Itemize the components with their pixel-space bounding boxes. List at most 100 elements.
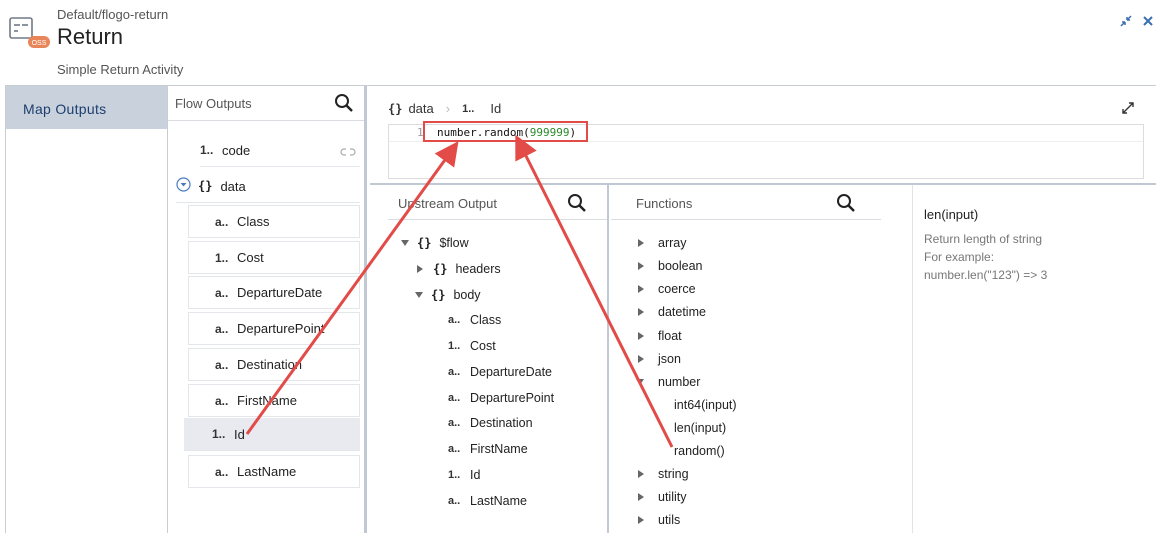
- tree-node-headers[interactable]: {} headers: [417, 260, 501, 278]
- object-type-icon: {}: [417, 236, 432, 250]
- tree-node-destination[interactable]: a.. Destination: [448, 414, 533, 432]
- tree-node-class[interactable]: a.. Class: [448, 311, 501, 329]
- tree-node-departuredate[interactable]: a.. DepartureDate: [448, 363, 552, 381]
- crumb-separator: ›: [445, 101, 451, 116]
- output-label: code: [222, 142, 251, 158]
- chevron-right-icon[interactable]: [638, 332, 644, 340]
- function-group-coerce[interactable]: coerce: [638, 280, 696, 298]
- tree-node-departurepoint[interactable]: a.. DeparturePoint: [448, 389, 554, 407]
- function-label: int64(input): [674, 398, 737, 412]
- tree-label: headers: [455, 262, 501, 276]
- tree-node-body[interactable]: {} body: [415, 286, 481, 304]
- output-row-departuredate[interactable]: a.. DepartureDate: [188, 276, 360, 309]
- tree-node-cost[interactable]: 1.. Cost: [448, 337, 496, 355]
- function-group-label: datetime: [658, 305, 706, 319]
- output-row-data[interactable]: {} data: [176, 170, 360, 203]
- function-group-array[interactable]: array: [638, 234, 686, 252]
- function-group-utils[interactable]: utils: [638, 511, 680, 529]
- chevron-down-icon[interactable]: [401, 240, 409, 246]
- tree-label: Id: [470, 468, 481, 482]
- functions-panel: Functions array boolean coerce datetime …: [611, 185, 913, 533]
- expand-icon[interactable]: [1122, 101, 1134, 119]
- function-group-utility[interactable]: utility: [638, 488, 686, 506]
- chevron-right-icon[interactable]: [638, 239, 644, 247]
- chevron-right-icon[interactable]: [638, 493, 644, 501]
- chevron-down-icon[interactable]: [636, 379, 644, 385]
- link-icon: [340, 145, 356, 160]
- function-group-label: utility: [658, 490, 687, 504]
- tree-label: DeparturePoint: [470, 391, 555, 405]
- chevron-right-icon[interactable]: [638, 262, 644, 270]
- output-row-firstname[interactable]: a.. FirstName: [188, 384, 360, 417]
- chevron-right-icon[interactable]: [638, 308, 644, 316]
- function-group-datetime[interactable]: datetime: [638, 303, 706, 321]
- close-icon[interactable]: [1141, 14, 1155, 28]
- output-row-destination[interactable]: a.. Destination: [188, 348, 360, 381]
- tree-node-firstname[interactable]: a.. FirstName: [448, 440, 528, 458]
- oss-badge: OSS: [32, 40, 47, 47]
- number-type-icon: 1..: [448, 469, 461, 481]
- function-int64[interactable]: int64(input): [674, 396, 737, 414]
- function-random[interactable]: random(): [674, 442, 725, 460]
- mapping-editor-panel: {} data › 1.. Id 1 number.random(999999)…: [370, 86, 1156, 533]
- function-group-string[interactable]: string: [638, 465, 689, 483]
- output-label: LastName: [237, 464, 297, 479]
- function-detail-description: Return length of string: [924, 232, 1043, 246]
- tree-node-id[interactable]: 1.. Id: [448, 466, 480, 484]
- output-row-cost[interactable]: 1.. Cost: [188, 241, 360, 274]
- collapse-icon[interactable]: [1119, 14, 1133, 28]
- string-type-icon: a..: [448, 417, 461, 429]
- page-title: Return: [57, 24, 124, 49]
- chevron-down-icon[interactable]: [415, 292, 423, 298]
- nav-item-map-outputs[interactable]: Map Outputs: [6, 86, 167, 129]
- function-group-json[interactable]: json: [638, 350, 681, 368]
- function-group-label: number: [658, 375, 701, 389]
- function-group-label: float: [658, 329, 682, 343]
- output-row-id[interactable]: 1.. Id: [184, 418, 360, 451]
- function-group-boolean[interactable]: boolean: [638, 257, 703, 275]
- output-row-lastname[interactable]: a.. LastName: [188, 455, 360, 488]
- function-len[interactable]: len(input): [674, 419, 726, 437]
- annotation-highlight-box: [423, 121, 588, 142]
- tree-label: Class: [470, 313, 502, 327]
- chevron-right-icon[interactable]: [638, 470, 644, 478]
- functions-title: Functions: [636, 196, 693, 211]
- string-type-icon: a..: [448, 392, 461, 404]
- chevron-right-icon[interactable]: [638, 355, 644, 363]
- string-type-icon: a..: [215, 285, 229, 300]
- chevron-right-icon[interactable]: [638, 285, 644, 293]
- output-row-class[interactable]: a.. Class: [188, 205, 360, 238]
- function-group-label: json: [658, 352, 681, 366]
- function-detail-example: number.len("123") => 3: [924, 268, 1048, 282]
- mapper-panel: Map Outputs Flow Outputs 1.. code {} dat…: [5, 85, 1156, 533]
- function-group-label: utils: [658, 513, 681, 527]
- output-label: Id: [234, 426, 245, 442]
- output-label: FirstName: [237, 393, 297, 408]
- output-row-code[interactable]: 1.. code: [200, 134, 360, 167]
- search-icon[interactable]: [334, 93, 354, 116]
- function-group-number[interactable]: number: [636, 373, 700, 391]
- activity-icon: OSS: [8, 14, 50, 48]
- tree-node-lastname[interactable]: a.. LastName: [448, 492, 527, 510]
- tree-label: $flow: [439, 236, 469, 250]
- output-row-departurepoint[interactable]: a.. DeparturePoint: [188, 312, 360, 345]
- function-detail-name: len(input): [924, 207, 979, 222]
- string-type-icon: a..: [215, 357, 229, 372]
- collapse-circle-icon[interactable]: [176, 177, 191, 195]
- output-label: Destination: [237, 357, 303, 372]
- chevron-right-icon[interactable]: [417, 265, 423, 273]
- search-icon[interactable]: [567, 193, 587, 216]
- string-type-icon: a..: [448, 443, 461, 455]
- output-label: Class: [237, 214, 270, 229]
- search-icon[interactable]: [836, 193, 856, 216]
- function-group-float[interactable]: float: [638, 327, 682, 345]
- object-type-icon: {}: [433, 262, 448, 276]
- tree-label: Destination: [470, 416, 533, 430]
- flow-outputs-title: Flow Outputs: [175, 96, 252, 111]
- number-type-icon: 1..: [212, 427, 226, 441]
- object-type-icon: {}: [431, 288, 446, 302]
- chevron-right-icon[interactable]: [638, 516, 644, 524]
- string-type-icon: a..: [215, 393, 229, 408]
- tree-node-flow[interactable]: {} $flow: [401, 234, 469, 252]
- page-subtitle: Simple Return Activity: [57, 62, 184, 77]
